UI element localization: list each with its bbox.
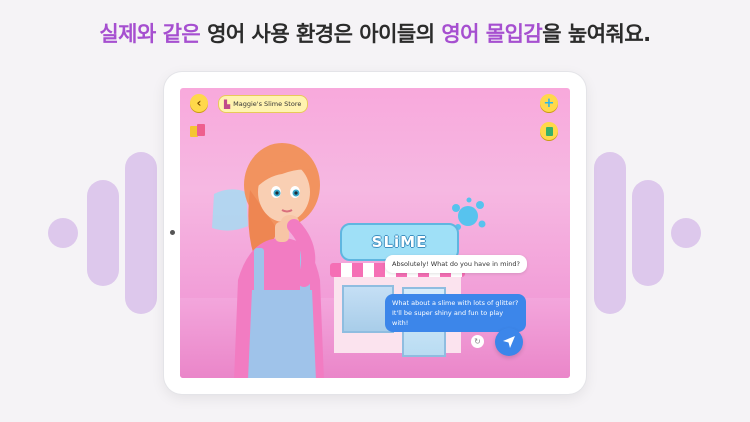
ai-chat-bubble: Absolutely! What do you have in mind? bbox=[385, 255, 527, 273]
maggie-character bbox=[234, 143, 324, 378]
wave-bar-right-2 bbox=[632, 180, 664, 286]
headline: 실제와 같은 영어 사용 환경은 아이들의 영어 몰입감을 높여줘요. bbox=[0, 18, 750, 48]
user-chat-bubble: What about a slime with lots of glitter?… bbox=[385, 294, 526, 332]
send-paper-plane-icon bbox=[503, 336, 515, 348]
wave-dot-left bbox=[48, 218, 78, 248]
add-button[interactable]: + bbox=[540, 94, 558, 112]
retry-icon: ↻ bbox=[474, 337, 481, 346]
headline-text-2: 을 높여줘요. bbox=[542, 22, 651, 46]
back-arrow-icon: ‹ bbox=[196, 96, 202, 110]
book-icon bbox=[545, 126, 553, 136]
tablet-camera bbox=[170, 230, 175, 235]
wave-bar-left-1 bbox=[87, 180, 119, 286]
store-title-badge: ▙ Maggie's Slime Store bbox=[218, 95, 309, 113]
send-button[interactable] bbox=[495, 328, 523, 356]
plus-icon: + bbox=[543, 95, 555, 111]
wave-dot-right bbox=[671, 218, 701, 248]
book-button[interactable] bbox=[540, 122, 558, 140]
store-title: Maggie's Slime Store bbox=[233, 100, 302, 108]
headline-highlight-2: 영어 몰입감 bbox=[441, 22, 543, 46]
wave-bar-right-1 bbox=[594, 152, 626, 314]
sticker-book-icon[interactable] bbox=[190, 124, 206, 138]
store-icon: ▙ bbox=[224, 99, 231, 109]
wave-bar-left-2 bbox=[125, 152, 157, 314]
headline-highlight-1: 실제와 같은 bbox=[99, 22, 201, 46]
headline-text-1: 영어 사용 환경은 아이들의 bbox=[200, 22, 442, 46]
back-button[interactable]: ‹ bbox=[190, 94, 208, 112]
slime-shop: SLiME bbox=[330, 223, 465, 357]
retry-button[interactable]: ↻ bbox=[471, 335, 484, 348]
app-screen: SLiME ‹ ▙ Maggie's Slime Store + Absolut… bbox=[180, 88, 570, 378]
